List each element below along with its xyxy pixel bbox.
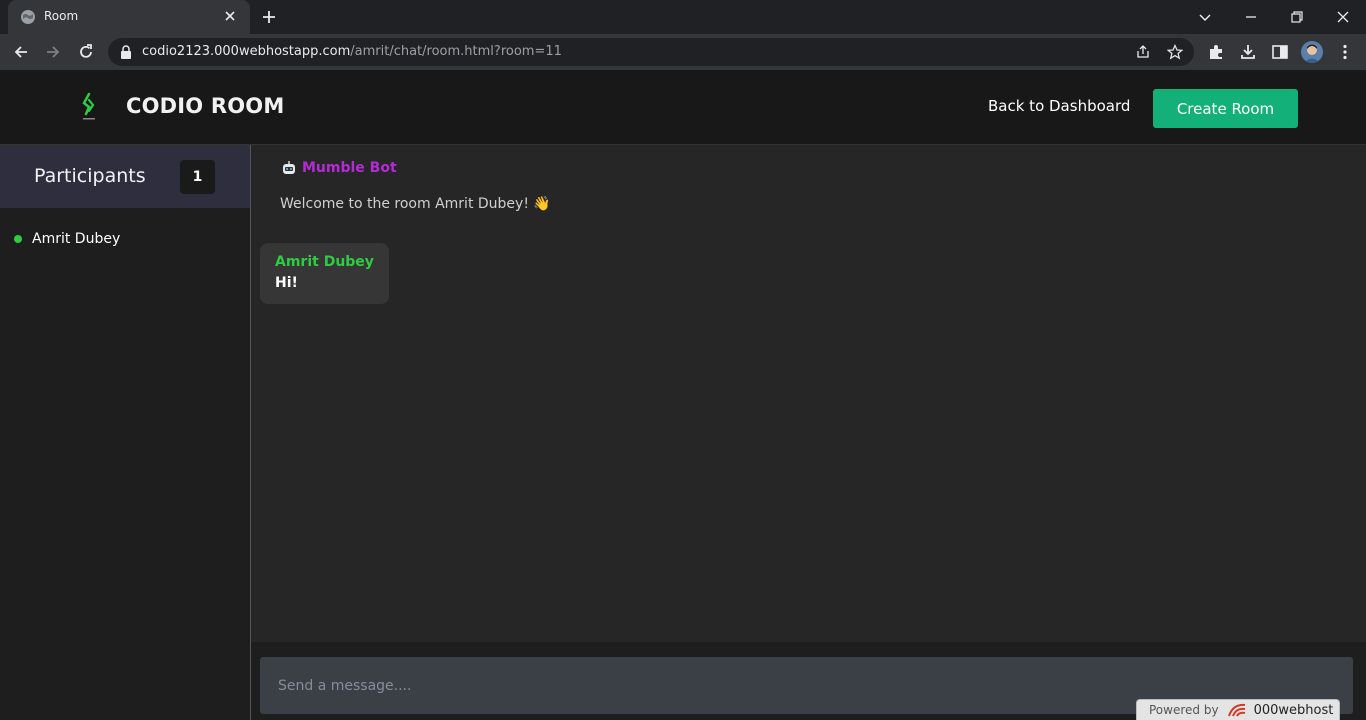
side-panel-icon[interactable] bbox=[1271, 43, 1289, 61]
browser-toolbar: codio2123.000webhostapp.com/amrit/chat/r… bbox=[0, 34, 1366, 70]
forward-arrow-icon[interactable] bbox=[44, 43, 62, 61]
message-text: Hi! bbox=[275, 275, 298, 291]
bot-name: Mumble Bot bbox=[302, 160, 397, 176]
powered-by-brand: 000webhost bbox=[1253, 702, 1334, 718]
back-to-dashboard-link[interactable]: Back to Dashboard bbox=[988, 97, 1130, 115]
participant-name: Amrit Dubey bbox=[32, 231, 121, 247]
message-author: Amrit Dubey bbox=[275, 254, 374, 270]
tab-search-icon[interactable] bbox=[1194, 6, 1216, 28]
share-icon[interactable] bbox=[1135, 44, 1151, 60]
browser-tabbar: Room bbox=[0, 0, 1366, 34]
bookmark-star-icon[interactable] bbox=[1167, 44, 1183, 60]
powered-by-badge[interactable]: Powered by 000webhost bbox=[1136, 699, 1340, 720]
participants-count-badge: 1 bbox=[180, 160, 215, 194]
new-tab-icon[interactable] bbox=[260, 8, 278, 26]
webhost-logo-icon bbox=[1227, 703, 1245, 717]
participant-item: Amrit Dubey bbox=[14, 231, 120, 247]
address-bar[interactable]: codio2123.000webhostapp.com/amrit/chat/r… bbox=[108, 38, 1194, 66]
bot-header: Mumble Bot bbox=[281, 160, 397, 176]
robot-icon bbox=[283, 161, 295, 174]
chat-message: Amrit Dubey Hi! bbox=[260, 243, 389, 304]
globe-icon bbox=[21, 10, 35, 24]
bot-welcome-message: Welcome to the room Amrit Dubey! 👋 bbox=[280, 196, 551, 212]
kebab-menu-icon[interactable] bbox=[1336, 43, 1354, 61]
brand-title: CODIO ROOM bbox=[126, 94, 285, 118]
restore-icon[interactable] bbox=[1286, 6, 1308, 28]
extensions-icon[interactable] bbox=[1207, 43, 1225, 61]
powered-by-label: Powered by bbox=[1149, 703, 1219, 717]
codio-logo-icon bbox=[82, 92, 95, 120]
profile-avatar[interactable] bbox=[1301, 41, 1323, 63]
create-room-button[interactable]: Create Room bbox=[1153, 89, 1298, 128]
lock-icon[interactable] bbox=[120, 45, 132, 59]
avatar-icon bbox=[1304, 44, 1320, 63]
url-text[interactable]: codio2123.000webhostapp.com/amrit/chat/r… bbox=[142, 44, 562, 59]
online-status-icon bbox=[14, 235, 22, 243]
app-header: CODIO ROOM Back to Dashboard Create Room bbox=[0, 70, 1366, 145]
minimize-icon[interactable] bbox=[1240, 6, 1262, 28]
close-window-icon[interactable] bbox=[1332, 6, 1354, 28]
tab-title: Room bbox=[44, 9, 79, 23]
participants-header: Participants 1 bbox=[0, 145, 250, 208]
participants-title: Participants bbox=[34, 165, 146, 187]
close-tab-icon[interactable] bbox=[222, 8, 238, 24]
browser-tab[interactable]: Room bbox=[8, 0, 250, 34]
download-icon[interactable] bbox=[1239, 43, 1257, 61]
reload-icon[interactable] bbox=[77, 43, 95, 61]
chat-feed: Mumble Bot Welcome to the room Amrit Dub… bbox=[251, 145, 1366, 642]
back-arrow-icon[interactable] bbox=[12, 43, 30, 61]
participants-sidebar: Participants 1 Amrit Dubey bbox=[0, 145, 251, 720]
